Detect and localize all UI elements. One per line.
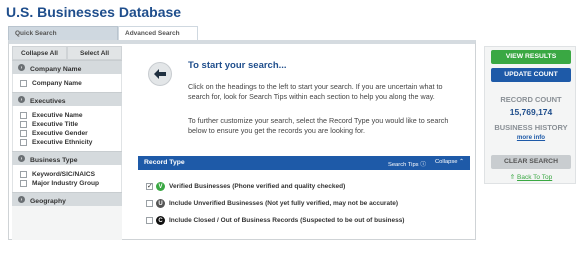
back-to-top-link[interactable]: ⇑ Back To Top [485,173,577,181]
sidebar-item-label: Major Industry Group [32,180,100,187]
sidebar-item-label: Executive Name [32,112,83,119]
chevron-icon: › [18,196,25,203]
checkbox[interactable] [20,171,27,178]
chevron-icon: › [18,64,25,71]
record-count-label: RECORD COUNT [500,95,562,104]
record-type-label: Include Closed / Out of Business Records… [169,217,405,224]
sidebar-item-executive-gender[interactable]: Executive Gender [20,129,121,138]
record-type-unverified[interactable]: U Include Unverified Businesses (Not yet… [146,199,398,208]
chevron-icon: › [18,96,25,103]
record-count-value: 15,769,174 [509,107,553,117]
record-type-header[interactable]: Record Type Search Tips ⓘ Collapse ⌃ [138,156,470,170]
closed-badge-icon: C [156,216,165,225]
results-panel: VIEW RESULTS UPDATE COUNT RECORD COUNT 1… [484,46,576,184]
sidebar-item-executive-title[interactable]: Executive Title [20,120,121,129]
clear-search-button[interactable]: CLEAR SEARCH [491,155,571,169]
tab-quick-search[interactable]: Quick Search [8,26,118,40]
sidebar-item-executive-ethnicity[interactable]: Executive Ethnicity [20,138,121,147]
sidebar-item-label: Executive Gender [32,130,88,137]
main-content: To start your search... Click on the hea… [136,46,472,238]
sidebar-item-label: Executive Title [32,121,79,128]
info-icon: ⓘ [420,162,426,168]
sidebar-section-company: Company Name [12,74,122,92]
checkbox[interactable] [20,112,27,119]
search-tips-label: Search Tips [387,162,419,168]
sidebar-header-label: Business Type [30,156,78,164]
back-to-top-label: Back To Top [517,174,553,181]
sidebar-item-label: Keyword/SIC/NAICS [32,171,96,178]
sidebar-item-company-name[interactable]: Company Name [20,79,121,88]
sidebar-header-label: Geography [30,197,66,205]
view-results-button[interactable]: VIEW RESULTS [491,50,571,64]
collapse-all-button[interactable]: Collapse All [12,46,67,60]
sidebar-section-executives: Executive Name Executive Title Executive… [12,106,122,151]
sidebar-item-keyword-sic-naics[interactable]: Keyword/SIC/NAICS [20,170,121,179]
search-tabs: Quick Search Advanced Search [8,26,448,40]
sidebar-header-label: Executives [30,97,66,105]
chevron-up-icon: ⌃ [459,159,464,165]
record-type-label: Verified Businesses (Phone verified and … [169,183,346,190]
sidebar-section-business-type: Keyword/SIC/NAICS Major Industry Group [12,165,122,192]
tab-advanced-search[interactable]: Advanced Search [118,26,198,40]
sidebar: Collapse All Select All › Company Name C… [12,46,122,240]
verified-badge-icon: V [156,182,165,191]
page-title: U.S. Businesses Database [6,4,182,20]
checkbox[interactable] [20,121,27,128]
checkbox[interactable] [20,130,27,137]
record-type-verified[interactable]: V Verified Businesses (Phone verified an… [146,182,345,191]
update-count-button[interactable]: UPDATE COUNT [491,68,571,82]
sidebar-header-business-type[interactable]: › Business Type [12,151,122,165]
unverified-badge-icon: U [156,199,165,208]
record-type-title: Record Type [144,159,185,166]
more-info-link[interactable]: more info [485,134,577,141]
sidebar-toolbar: Collapse All Select All [12,46,122,60]
intro-paragraph-2: To further customize your search, select… [188,116,449,135]
checkbox[interactable] [20,80,27,87]
checkbox[interactable] [20,139,27,146]
sidebar-item-label: Company Name [32,80,82,87]
checkbox-checked[interactable] [146,182,153,190]
search-tips-link[interactable]: Search Tips ⓘ [388,159,426,168]
record-type-closed[interactable]: C Include Closed / Out of Business Recor… [146,216,404,225]
sidebar-item-major-industry-group[interactable]: Major Industry Group [20,179,121,188]
sidebar-header-company-name[interactable]: › Company Name [12,60,122,74]
chevron-icon: › [18,155,25,162]
checkbox[interactable] [20,180,27,187]
collapse-link[interactable]: Collapse ⌃ [435,159,464,165]
intro-panel: To start your search... Click on the hea… [136,46,472,154]
back-arrow-icon [148,62,172,86]
checkbox[interactable] [146,200,153,207]
business-history-label: BUSINESS HISTORY [494,123,568,132]
sidebar-header-executives[interactable]: › Executives [12,92,122,106]
sidebar-item-label: Executive Ethnicity [32,139,93,146]
collapse-label: Collapse [434,159,458,165]
checkbox[interactable] [146,217,153,224]
intro-paragraph-1: Click on the headings to the left to sta… [188,82,443,101]
select-all-button[interactable]: Select All [67,46,122,60]
sidebar-header-geography[interactable]: › Geography [12,192,122,206]
record-type-label: Include Unverified Businesses (Not yet f… [169,200,399,207]
intro-title: To start your search... [188,60,287,71]
sidebar-item-executive-name[interactable]: Executive Name [20,111,121,120]
up-arrow-icon: ⇑ [509,174,516,181]
sidebar-header-label: Company Name [30,65,82,73]
